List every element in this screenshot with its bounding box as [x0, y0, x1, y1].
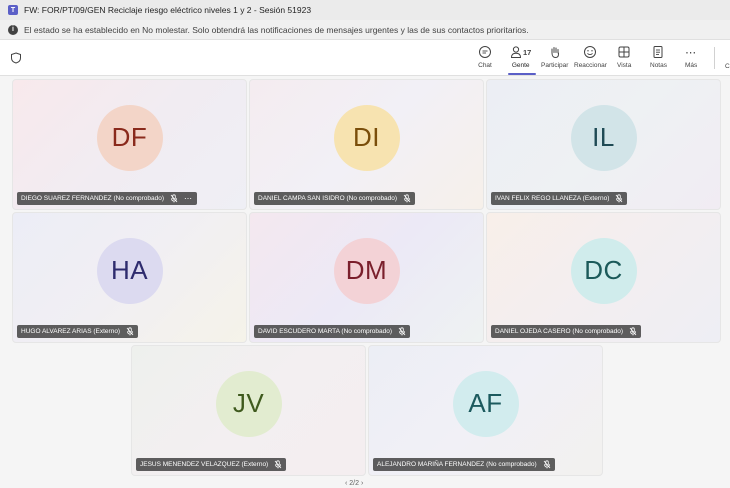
mic-muted-icon	[629, 327, 637, 336]
camera-label-cut[interactable]: Ca	[725, 63, 730, 70]
emoji-icon	[583, 44, 597, 60]
participant-tile[interactable]: DM DAVID ESCUDERO MARTA (No comprobado)	[249, 212, 484, 343]
hand-icon	[548, 44, 562, 60]
window-titlebar: T FW: FOR/PT/09/GEN Reciclaje riesgo elé…	[0, 0, 730, 20]
participant-avatar: HA	[96, 237, 163, 304]
raise-hand-button[interactable]: Participar	[541, 44, 568, 74]
more-icon: ⋯	[685, 46, 698, 59]
video-gallery: DF DIEGO SUAREZ FERNANDEZ (No comprobado)…	[0, 76, 730, 488]
participant-nameplate: DANIEL CAMPA SAN ISIDRO (No comprobado)	[254, 192, 416, 205]
mic-muted-icon	[616, 194, 623, 203]
participant-avatar: DF	[96, 104, 163, 171]
people-icon-wrap: 17	[510, 44, 531, 60]
participant-avatar: IL	[570, 104, 637, 171]
react-button[interactable]: Reaccionar	[574, 44, 607, 74]
participant-avatar: AF	[452, 370, 519, 437]
meeting-toolbar: Chat 17 Gente Participar Reaccionar Vist…	[0, 40, 730, 76]
people-button[interactable]: 17 Gente	[510, 44, 531, 74]
participant-tile[interactable]: DI DANIEL CAMPA SAN ISIDRO (No comprobado…	[249, 79, 484, 210]
participant-tile[interactable]: DC DANIEL OJEDA CASERO (No comprobado)	[486, 212, 721, 343]
participant-name: JESUS MENENDEZ VELAZQUEZ (Externo)	[140, 461, 269, 468]
people-count: 17	[523, 47, 532, 57]
participant-nameplate: JESUS MENENDEZ VELAZQUEZ (Externo)	[136, 458, 287, 471]
people-active-indicator	[508, 73, 536, 75]
shield-icon[interactable]	[10, 52, 22, 64]
pager-text: 2/2	[349, 480, 360, 487]
mic-muted-icon	[274, 460, 282, 469]
teams-logo-icon: T	[8, 5, 18, 15]
chat-label: Chat	[478, 62, 492, 69]
info-icon: i	[8, 24, 18, 35]
participant-nameplate: IVAN FELIX REGO LLANEZA (Externo)	[491, 192, 628, 205]
chat-icon	[478, 44, 492, 60]
participant-nameplate: ALEJANDRO MARIÑA FERNANDEZ (No comprobad…	[373, 458, 555, 471]
toolbar-divider	[714, 47, 715, 69]
participant-avatar: JV	[215, 370, 282, 437]
participant-name: DANIEL CAMPA SAN ISIDRO (No comprobado)	[258, 195, 398, 202]
participant-name: DIEGO SUAREZ FERNANDEZ (No comprobado)	[21, 195, 165, 202]
react-label: Reaccionar	[574, 62, 607, 69]
notes-label: Notas	[650, 62, 667, 69]
participant-tile[interactable]: IL IVAN FELIX REGO LLANEZA (Externo)	[486, 79, 721, 210]
participant-tile[interactable]: DF DIEGO SUAREZ FERNANDEZ (No comprobado)…	[12, 79, 247, 210]
participant-nameplate: DIEGO SUAREZ FERNANDEZ (No comprobado) ⋯	[17, 192, 197, 205]
notes-button[interactable]: Notas	[650, 44, 667, 74]
people-icon	[510, 46, 522, 58]
notes-icon	[651, 44, 665, 60]
participant-nameplate: DAVID ESCUDERO MARTA (No comprobado)	[254, 325, 411, 338]
participant-name: DANIEL OJEDA CASERO (No comprobado)	[495, 328, 623, 335]
pager-next-icon[interactable]: ›	[359, 480, 363, 487]
people-label: Gente	[511, 62, 530, 69]
participant-avatar: DI	[333, 104, 400, 171]
grid-view-icon	[617, 44, 631, 60]
mic-muted-icon	[398, 327, 406, 336]
gallery-pager[interactable]: ‹ 2/2 ›	[345, 480, 363, 487]
participant-avatar: DM	[333, 237, 400, 304]
mic-muted-icon	[170, 194, 178, 203]
chat-button[interactable]: Chat	[478, 44, 492, 74]
view-label: Vista	[617, 62, 632, 69]
raise-hand-label: Participar	[541, 62, 569, 69]
mic-muted-icon	[126, 327, 134, 336]
participant-tile[interactable]: AF ALEJANDRO MARIÑA FERNANDEZ (No comprob…	[368, 345, 603, 476]
participant-more-icon[interactable]: ⋯	[184, 194, 193, 203]
participant-nameplate: HUGO ALVAREZ ARIAS (Externo)	[17, 325, 139, 338]
participant-name: IVAN FELIX REGO LLANEZA (Externo)	[495, 195, 610, 202]
participant-name: HUGO ALVAREZ ARIAS (Externo)	[21, 328, 121, 335]
dnd-notice-text: El estado se ha establecido en No molest…	[24, 24, 529, 35]
mic-muted-icon	[543, 460, 550, 469]
participant-tile[interactable]: HA HUGO ALVAREZ ARIAS (Externo)	[12, 212, 247, 343]
window-title: FW: FOR/PT/09/GEN Reciclaje riesgo eléct…	[24, 5, 312, 15]
participant-avatar: DC	[570, 237, 637, 304]
more-button[interactable]: ⋯ Más	[685, 44, 697, 74]
participant-nameplate: DANIEL OJEDA CASERO (No comprobado)	[491, 325, 641, 338]
more-label: Más	[685, 62, 698, 69]
participant-name: ALEJANDRO MARIÑA FERNANDEZ (No comprobad…	[377, 461, 537, 468]
mic-muted-icon	[403, 194, 411, 203]
dnd-notice-bar: i El estado se ha establecido en No mole…	[0, 20, 730, 40]
view-button[interactable]: Vista	[617, 44, 631, 74]
participant-name: DAVID ESCUDERO MARTA (No comprobado)	[258, 328, 393, 335]
participant-tile[interactable]: JV JESUS MENENDEZ VELAZQUEZ (Externo)	[131, 345, 366, 476]
